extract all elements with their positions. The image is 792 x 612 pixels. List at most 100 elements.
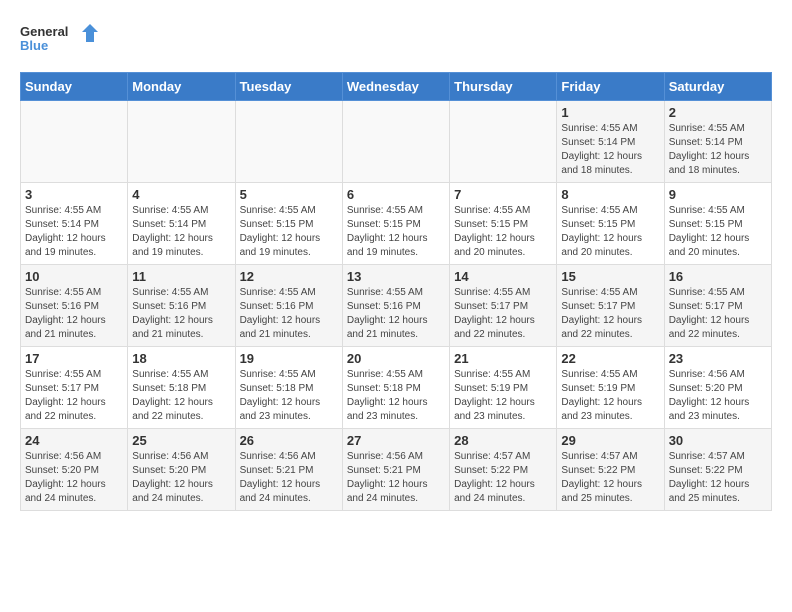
calendar-cell: 10 Sunrise: 4:55 AM Sunset: 5:16 PM Dayli… — [21, 265, 128, 347]
day-info: Sunrise: 4:55 AM Sunset: 5:16 PM Dayligh… — [347, 286, 445, 342]
day-number: 3 — [25, 187, 123, 202]
day-info: Sunrise: 4:56 AM Sunset: 5:20 PM Dayligh… — [25, 450, 123, 506]
calendar-cell: 16 Sunrise: 4:55 AM Sunset: 5:17 PM Dayli… — [664, 265, 771, 347]
day-number: 6 — [347, 187, 445, 202]
day-info: Sunrise: 4:55 AM Sunset: 5:16 PM Dayligh… — [240, 286, 338, 342]
calendar-cell: 15 Sunrise: 4:55 AM Sunset: 5:17 PM Dayli… — [557, 265, 664, 347]
day-info: Sunrise: 4:55 AM Sunset: 5:17 PM Dayligh… — [669, 286, 767, 342]
weekday-header-sunday: Sunday — [21, 73, 128, 101]
calendar-cell — [128, 101, 235, 183]
page-header: General Blue — [20, 20, 772, 64]
day-number: 4 — [132, 187, 230, 202]
day-info: Sunrise: 4:55 AM Sunset: 5:18 PM Dayligh… — [347, 368, 445, 424]
day-number: 28 — [454, 433, 552, 448]
calendar-cell: 30 Sunrise: 4:57 AM Sunset: 5:22 PM Dayli… — [664, 429, 771, 511]
calendar-cell: 5Sunrise: 4:55 AM Sunset: 5:15 PM Daylig… — [235, 183, 342, 265]
day-number: 25 — [132, 433, 230, 448]
calendar-cell: 19 Sunrise: 4:55 AM Sunset: 5:18 PM Dayli… — [235, 347, 342, 429]
weekday-header-row: SundayMondayTuesdayWednesdayThursdayFrid… — [21, 73, 772, 101]
calendar-cell: 8 Sunrise: 4:55 AM Sunset: 5:15 PM Daylig… — [557, 183, 664, 265]
calendar-cell: 28 Sunrise: 4:57 AM Sunset: 5:22 PM Dayli… — [450, 429, 557, 511]
day-info: Sunrise: 4:55 AM Sunset: 5:14 PM Dayligh… — [132, 204, 230, 260]
day-number: 16 — [669, 269, 767, 284]
day-info: Sunrise: 4:55 AM Sunset: 5:17 PM Dayligh… — [561, 286, 659, 342]
day-number: 26 — [240, 433, 338, 448]
day-info: Sunrise: 4:55 AM Sunset: 5:14 PM Dayligh… — [25, 204, 123, 260]
day-number: 9 — [669, 187, 767, 202]
calendar-week-row: 10 Sunrise: 4:55 AM Sunset: 5:16 PM Dayli… — [21, 265, 772, 347]
calendar-cell: 3 Sunrise: 4:55 AM Sunset: 5:14 PM Daylig… — [21, 183, 128, 265]
calendar-cell: 27Sunrise: 4:56 AM Sunset: 5:21 PM Dayli… — [342, 429, 449, 511]
day-number: 22 — [561, 351, 659, 366]
weekday-header-wednesday: Wednesday — [342, 73, 449, 101]
weekday-header-tuesday: Tuesday — [235, 73, 342, 101]
calendar-cell: 4 Sunrise: 4:55 AM Sunset: 5:14 PM Daylig… — [128, 183, 235, 265]
calendar-cell: 14Sunrise: 4:55 AM Sunset: 5:17 PM Dayli… — [450, 265, 557, 347]
day-number: 21 — [454, 351, 552, 366]
calendar-week-row: 24 Sunrise: 4:56 AM Sunset: 5:20 PM Dayli… — [21, 429, 772, 511]
day-info: Sunrise: 4:55 AM Sunset: 5:17 PM Dayligh… — [454, 286, 552, 342]
day-number: 1 — [561, 105, 659, 120]
calendar-cell: 12 Sunrise: 4:55 AM Sunset: 5:16 PM Dayli… — [235, 265, 342, 347]
day-info: Sunrise: 4:55 AM Sunset: 5:14 PM Dayligh… — [561, 122, 659, 178]
day-number: 30 — [669, 433, 767, 448]
weekday-header-saturday: Saturday — [664, 73, 771, 101]
calendar-cell: 29 Sunrise: 4:57 AM Sunset: 5:22 PM Dayli… — [557, 429, 664, 511]
calendar-cell — [342, 101, 449, 183]
calendar-week-row: 17 Sunrise: 4:55 AM Sunset: 5:17 PM Dayli… — [21, 347, 772, 429]
day-number: 19 — [240, 351, 338, 366]
day-number: 12 — [240, 269, 338, 284]
day-number: 17 — [25, 351, 123, 366]
svg-text:General: General — [20, 24, 68, 39]
day-info: Sunrise: 4:55 AM Sunset: 5:16 PM Dayligh… — [132, 286, 230, 342]
calendar-cell: 21 Sunrise: 4:55 AM Sunset: 5:19 PM Dayli… — [450, 347, 557, 429]
calendar-cell — [21, 101, 128, 183]
day-info: Sunrise: 4:55 AM Sunset: 5:19 PM Dayligh… — [454, 368, 552, 424]
day-info: Sunrise: 4:55 AM Sunset: 5:14 PM Dayligh… — [669, 122, 767, 178]
day-info: Sunrise: 4:55 AM Sunset: 5:18 PM Dayligh… — [132, 368, 230, 424]
day-number: 8 — [561, 187, 659, 202]
calendar-week-row: 3 Sunrise: 4:55 AM Sunset: 5:14 PM Daylig… — [21, 183, 772, 265]
day-info: Sunrise: 4:55 AM Sunset: 5:17 PM Dayligh… — [25, 368, 123, 424]
day-info: Sunrise: 4:57 AM Sunset: 5:22 PM Dayligh… — [561, 450, 659, 506]
day-info: Sunrise: 4:55 AM Sunset: 5:15 PM Dayligh… — [347, 204, 445, 260]
svg-text:Blue: Blue — [20, 38, 48, 53]
day-info: Sunrise: 4:55 AM Sunset: 5:18 PM Dayligh… — [240, 368, 338, 424]
day-number: 23 — [669, 351, 767, 366]
day-number: 5 — [240, 187, 338, 202]
day-number: 11 — [132, 269, 230, 284]
day-info: Sunrise: 4:56 AM Sunset: 5:21 PM Dayligh… — [240, 450, 338, 506]
day-info: Sunrise: 4:56 AM Sunset: 5:20 PM Dayligh… — [132, 450, 230, 506]
day-info: Sunrise: 4:55 AM Sunset: 5:15 PM Dayligh… — [669, 204, 767, 260]
day-number: 13 — [347, 269, 445, 284]
day-info: Sunrise: 4:56 AM Sunset: 5:20 PM Dayligh… — [669, 368, 767, 424]
day-number: 18 — [132, 351, 230, 366]
day-info: Sunrise: 4:55 AM Sunset: 5:19 PM Dayligh… — [561, 368, 659, 424]
weekday-header-friday: Friday — [557, 73, 664, 101]
calendar-cell: 22 Sunrise: 4:55 AM Sunset: 5:19 PM Dayli… — [557, 347, 664, 429]
day-number: 15 — [561, 269, 659, 284]
calendar-cell: 11 Sunrise: 4:55 AM Sunset: 5:16 PM Dayli… — [128, 265, 235, 347]
day-info: Sunrise: 4:55 AM Sunset: 5:16 PM Dayligh… — [25, 286, 123, 342]
day-info: Sunrise: 4:57 AM Sunset: 5:22 PM Dayligh… — [669, 450, 767, 506]
day-info: Sunrise: 4:57 AM Sunset: 5:22 PM Dayligh… — [454, 450, 552, 506]
calendar-cell: 13 Sunrise: 4:55 AM Sunset: 5:16 PM Dayli… — [342, 265, 449, 347]
calendar-table: SundayMondayTuesdayWednesdayThursdayFrid… — [20, 72, 772, 511]
day-info: Sunrise: 4:56 AM Sunset: 5:21 PM Dayligh… — [347, 450, 445, 506]
weekday-header-monday: Monday — [128, 73, 235, 101]
calendar-cell: 17 Sunrise: 4:55 AM Sunset: 5:17 PM Dayli… — [21, 347, 128, 429]
calendar-cell: 2Sunrise: 4:55 AM Sunset: 5:14 PM Daylig… — [664, 101, 771, 183]
day-info: Sunrise: 4:55 AM Sunset: 5:15 PM Dayligh… — [454, 204, 552, 260]
day-number: 29 — [561, 433, 659, 448]
calendar-cell: 7 Sunrise: 4:55 AM Sunset: 5:15 PM Daylig… — [450, 183, 557, 265]
day-number: 10 — [25, 269, 123, 284]
calendar-cell: 26 Sunrise: 4:56 AM Sunset: 5:21 PM Dayli… — [235, 429, 342, 511]
calendar-cell — [450, 101, 557, 183]
logo-svg: General Blue — [20, 20, 100, 64]
calendar-cell — [235, 101, 342, 183]
calendar-cell: 9 Sunrise: 4:55 AM Sunset: 5:15 PM Daylig… — [664, 183, 771, 265]
day-number: 24 — [25, 433, 123, 448]
day-number: 7 — [454, 187, 552, 202]
day-info: Sunrise: 4:55 AM Sunset: 5:15 PM Dayligh… — [561, 204, 659, 260]
day-number: 20 — [347, 351, 445, 366]
